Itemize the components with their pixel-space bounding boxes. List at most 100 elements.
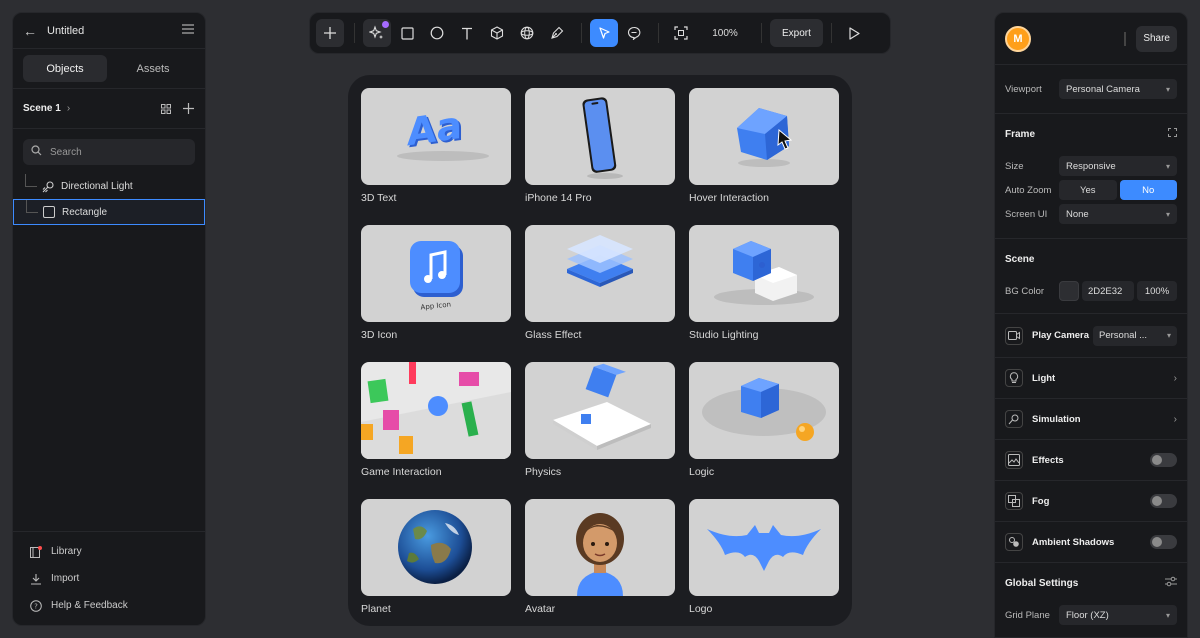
help-label: Help & Feedback	[51, 600, 128, 611]
tab-objects[interactable]: Objects	[23, 55, 107, 82]
library-label: Library	[51, 546, 82, 557]
simulation-row[interactable]: Simulation ›	[995, 399, 1187, 440]
pen-tool-icon	[551, 26, 564, 39]
add-button[interactable]	[316, 19, 344, 47]
add-scene-icon[interactable]	[181, 102, 195, 116]
fog-toggle[interactable]	[1150, 494, 1177, 508]
library-link[interactable]: Library	[13, 538, 205, 565]
play-camera-select[interactable]: Personal ... ▾	[1093, 325, 1177, 346]
user-avatar[interactable]: M	[1005, 25, 1031, 52]
template-card-studio-lighting[interactable]: Studio Lighting	[689, 225, 839, 362]
export-button[interactable]: Export	[770, 19, 823, 47]
import-link[interactable]: Import	[13, 565, 205, 592]
search-placeholder: Search	[50, 146, 82, 158]
screen-ui-value: None	[1066, 208, 1089, 220]
template-gallery: Aa Aa 3D Text iPhone 14 Pro Hover Intera…	[348, 75, 852, 626]
scene-section: Scene BG Color 2D2E32 100%	[995, 239, 1187, 314]
lightbulb-icon	[1005, 369, 1023, 387]
sliders-icon[interactable]	[1165, 576, 1177, 590]
cube-tool[interactable]	[483, 19, 511, 47]
text-tool[interactable]	[453, 19, 481, 47]
template-card-3d-text[interactable]: Aa Aa 3D Text	[361, 88, 511, 225]
tree-item-rectangle[interactable]: Rectangle	[13, 199, 205, 225]
bg-color-label: BG Color	[1005, 285, 1045, 297]
template-card-3d-icon[interactable]: App Icon 3D Icon	[361, 225, 511, 362]
template-card-game-interaction[interactable]: Game Interaction	[361, 362, 511, 499]
expand-icon[interactable]	[1168, 128, 1177, 140]
template-card-physics[interactable]: Physics	[525, 362, 675, 499]
viewport-section: Viewport Personal Camera ▾	[995, 65, 1187, 114]
tree-item-directional-light[interactable]: Directional Light	[13, 173, 205, 199]
divider	[1124, 31, 1127, 46]
chevron-right-icon: ›	[1173, 372, 1177, 384]
share-button[interactable]: Share	[1136, 25, 1177, 52]
thumbnail-avatar	[525, 499, 675, 596]
size-select[interactable]: Responsive ▾	[1059, 156, 1177, 176]
back-arrow-icon[interactable]: ←	[23, 23, 41, 39]
comment-tool[interactable]	[620, 19, 648, 47]
comment-tool-icon	[628, 26, 641, 40]
select-tool[interactable]	[590, 19, 618, 47]
sphere-tool-icon	[520, 26, 534, 40]
template-label: Planet	[361, 603, 391, 615]
ellipse-tool[interactable]	[423, 19, 451, 47]
ai-button[interactable]	[363, 19, 391, 47]
auto-zoom-yes[interactable]: Yes	[1059, 180, 1117, 200]
template-card-logic[interactable]: Logic	[689, 362, 839, 499]
ambient-shadows-row: Ambient Shadows	[995, 522, 1187, 563]
rectangle-tool-icon	[400, 26, 414, 40]
thumbnail-glass-effect	[525, 225, 675, 322]
screen-ui-select[interactable]: None ▾	[1059, 204, 1177, 224]
play-button[interactable]	[840, 19, 868, 47]
template-card-iphone[interactable]: iPhone 14 Pro	[525, 88, 675, 225]
bg-color-hex[interactable]: 2D2E32	[1082, 281, 1134, 301]
tree-connector	[25, 173, 37, 187]
scene-name[interactable]: Scene 1	[23, 103, 61, 114]
chevron-right-icon[interactable]: ›	[67, 103, 70, 114]
right-panel: M Share Viewport Personal Camera ▾ Frame…	[994, 12, 1188, 638]
light-row[interactable]: Light ›	[995, 358, 1187, 399]
sphere-tool[interactable]	[513, 19, 541, 47]
grid-plane-label: Grid Plane	[1005, 609, 1050, 621]
hamburger-menu-icon[interactable]	[181, 23, 195, 38]
scene-selector: Scene 1 ›	[13, 89, 205, 129]
frame-tool[interactable]	[667, 19, 695, 47]
help-link[interactable]: ? Help & Feedback	[13, 592, 205, 619]
bg-color-opacity[interactable]: 100%	[1137, 281, 1177, 301]
chevron-down-icon: ▾	[1165, 84, 1170, 94]
ambient-shadows-toggle[interactable]	[1150, 535, 1177, 549]
scene-title: Scene	[1005, 253, 1035, 265]
effects-label: Effects	[1032, 454, 1064, 466]
frame-icon	[674, 26, 688, 40]
template-card-hover-interaction[interactable]: Hover Interaction	[689, 88, 839, 225]
template-card-avatar[interactable]: Avatar	[525, 499, 675, 626]
toolbar-divider	[581, 23, 582, 43]
fog-icon	[1005, 492, 1023, 510]
play-camera-value: Personal ...	[1099, 330, 1148, 341]
grid-view-icon[interactable]	[159, 102, 173, 116]
template-card-planet[interactable]: Planet	[361, 499, 511, 626]
viewport-select[interactable]: Personal Camera ▾	[1059, 79, 1177, 99]
template-card-glass-effect[interactable]: Glass Effect	[525, 225, 675, 362]
effects-toggle[interactable]	[1150, 453, 1177, 467]
toolbar-divider	[658, 23, 659, 43]
chevron-down-icon: ▾	[1165, 610, 1170, 620]
thumb-app-icon-text: App Icon	[420, 300, 451, 311]
template-label: 3D Text	[361, 192, 397, 204]
file-title[interactable]: Untitled	[47, 25, 181, 37]
simulation-icon	[1005, 410, 1023, 428]
bg-color-swatch[interactable]	[1059, 281, 1079, 301]
grid-plane-select[interactable]: Floor (XZ) ▾	[1059, 605, 1177, 625]
pen-tool[interactable]	[543, 19, 571, 47]
import-icon	[29, 572, 43, 586]
directional-light-icon	[41, 179, 55, 193]
tab-assets[interactable]: Assets	[111, 55, 195, 82]
template-card-logo[interactable]: Logo	[689, 499, 839, 626]
rectangle-tool[interactable]	[393, 19, 421, 47]
help-icon: ?	[29, 599, 43, 613]
rectangle-icon	[42, 205, 56, 219]
auto-zoom-no[interactable]: No	[1119, 180, 1177, 200]
thumbnail-3d-text: Aa Aa	[361, 88, 511, 185]
search-input[interactable]: Search	[23, 139, 195, 165]
zoom-level[interactable]: 100%	[697, 28, 753, 39]
